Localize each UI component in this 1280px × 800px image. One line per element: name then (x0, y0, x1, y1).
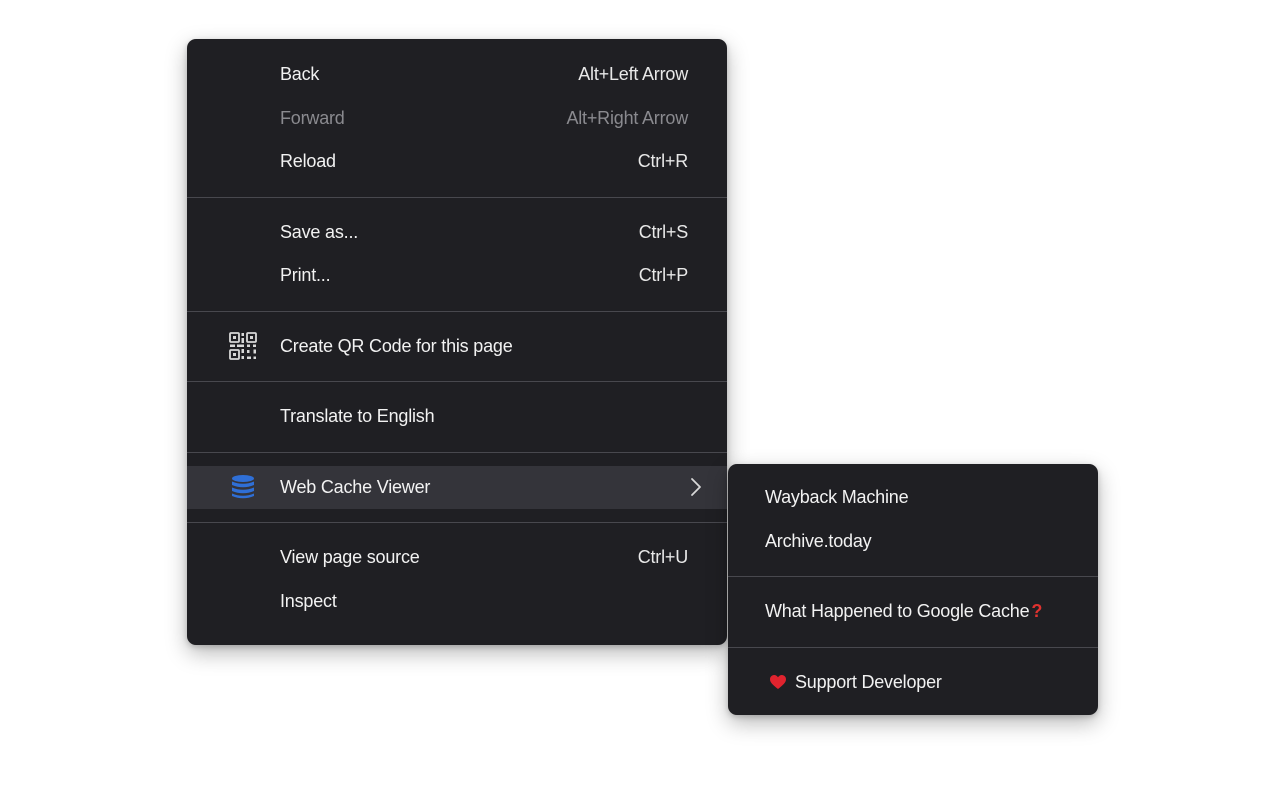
context-menu: Back Alt+Left Arrow Forward Alt+Right Ar… (187, 39, 727, 645)
menu-separator (728, 576, 1098, 577)
menu-item-label: Wayback Machine (765, 487, 909, 508)
menu-item-label: Inspect (280, 590, 337, 611)
qr-code-icon (226, 329, 260, 363)
screen: Back Alt+Left Arrow Forward Alt+Right Ar… (0, 0, 1280, 800)
menu-item-label: Create QR Code for this page (280, 335, 513, 356)
menu-separator (187, 451, 727, 453)
menu-item-view-page-source[interactable]: View page source Ctrl+U (187, 536, 727, 580)
menu-item-label: Print... (280, 265, 331, 286)
menu-item-create-qr-code[interactable]: Create QR Code for this page (187, 325, 727, 369)
menu-item-label: Save as... (280, 221, 359, 242)
question-mark-icon: ? (1031, 601, 1043, 622)
menu-separator (187, 310, 727, 312)
menu-item-label: Archive.today (765, 530, 872, 551)
submenu-item-archive-today[interactable]: Archive.today (728, 520, 1098, 564)
menu-item-forward: Forward Alt+Right Arrow (187, 97, 727, 141)
menu-item-shortcut: Ctrl+R (637, 151, 689, 172)
menu-item-label: Forward (280, 107, 345, 128)
what-happened-text: What Happened to Google Cache (765, 601, 1030, 622)
menu-item-label: Web Cache Viewer (280, 476, 431, 497)
menu-item-shortcut: Ctrl+U (637, 547, 689, 568)
chevron-right-icon (689, 477, 703, 497)
web-cache-viewer-submenu: Wayback Machine Archive.today What Happe… (728, 464, 1098, 715)
submenu-item-support-developer[interactable]: Support Developer (728, 661, 1098, 705)
menu-separator (187, 522, 727, 523)
menu-item-label: Reload (280, 151, 336, 172)
menu-item-save-as[interactable]: Save as... Ctrl+S (187, 211, 727, 255)
menu-item-shortcut: Alt+Right Arrow (566, 107, 688, 128)
menu-item-print[interactable]: Print... Ctrl+P (187, 254, 727, 298)
menu-item-label: Back (280, 64, 320, 85)
submenu-item-wayback-machine[interactable]: Wayback Machine (728, 476, 1098, 520)
menu-item-inspect[interactable]: Inspect (187, 580, 727, 624)
menu-separator (187, 381, 727, 382)
menu-separator (728, 646, 1098, 648)
menu-separator (187, 196, 727, 198)
heart-icon (768, 672, 788, 692)
menu-item-label: View page source (280, 547, 420, 568)
menu-item-shortcut: Ctrl+S (638, 221, 689, 242)
menu-item-label: Translate to English (280, 406, 435, 427)
menu-item-label: What Happened to Google Cache? (765, 601, 1042, 622)
database-icon (226, 470, 260, 504)
menu-item-shortcut: Alt+Left Arrow (578, 64, 688, 85)
menu-item-shortcut: Ctrl+P (638, 265, 689, 286)
menu-item-reload[interactable]: Reload Ctrl+R (187, 140, 727, 184)
menu-item-back[interactable]: Back Alt+Left Arrow (187, 53, 727, 97)
menu-item-web-cache-viewer[interactable]: Web Cache Viewer (187, 465, 727, 509)
menu-item-translate[interactable]: Translate to English (187, 395, 727, 439)
menu-item-label: Support Developer (795, 671, 942, 692)
submenu-item-what-happened[interactable]: What Happened to Google Cache? (728, 590, 1098, 634)
